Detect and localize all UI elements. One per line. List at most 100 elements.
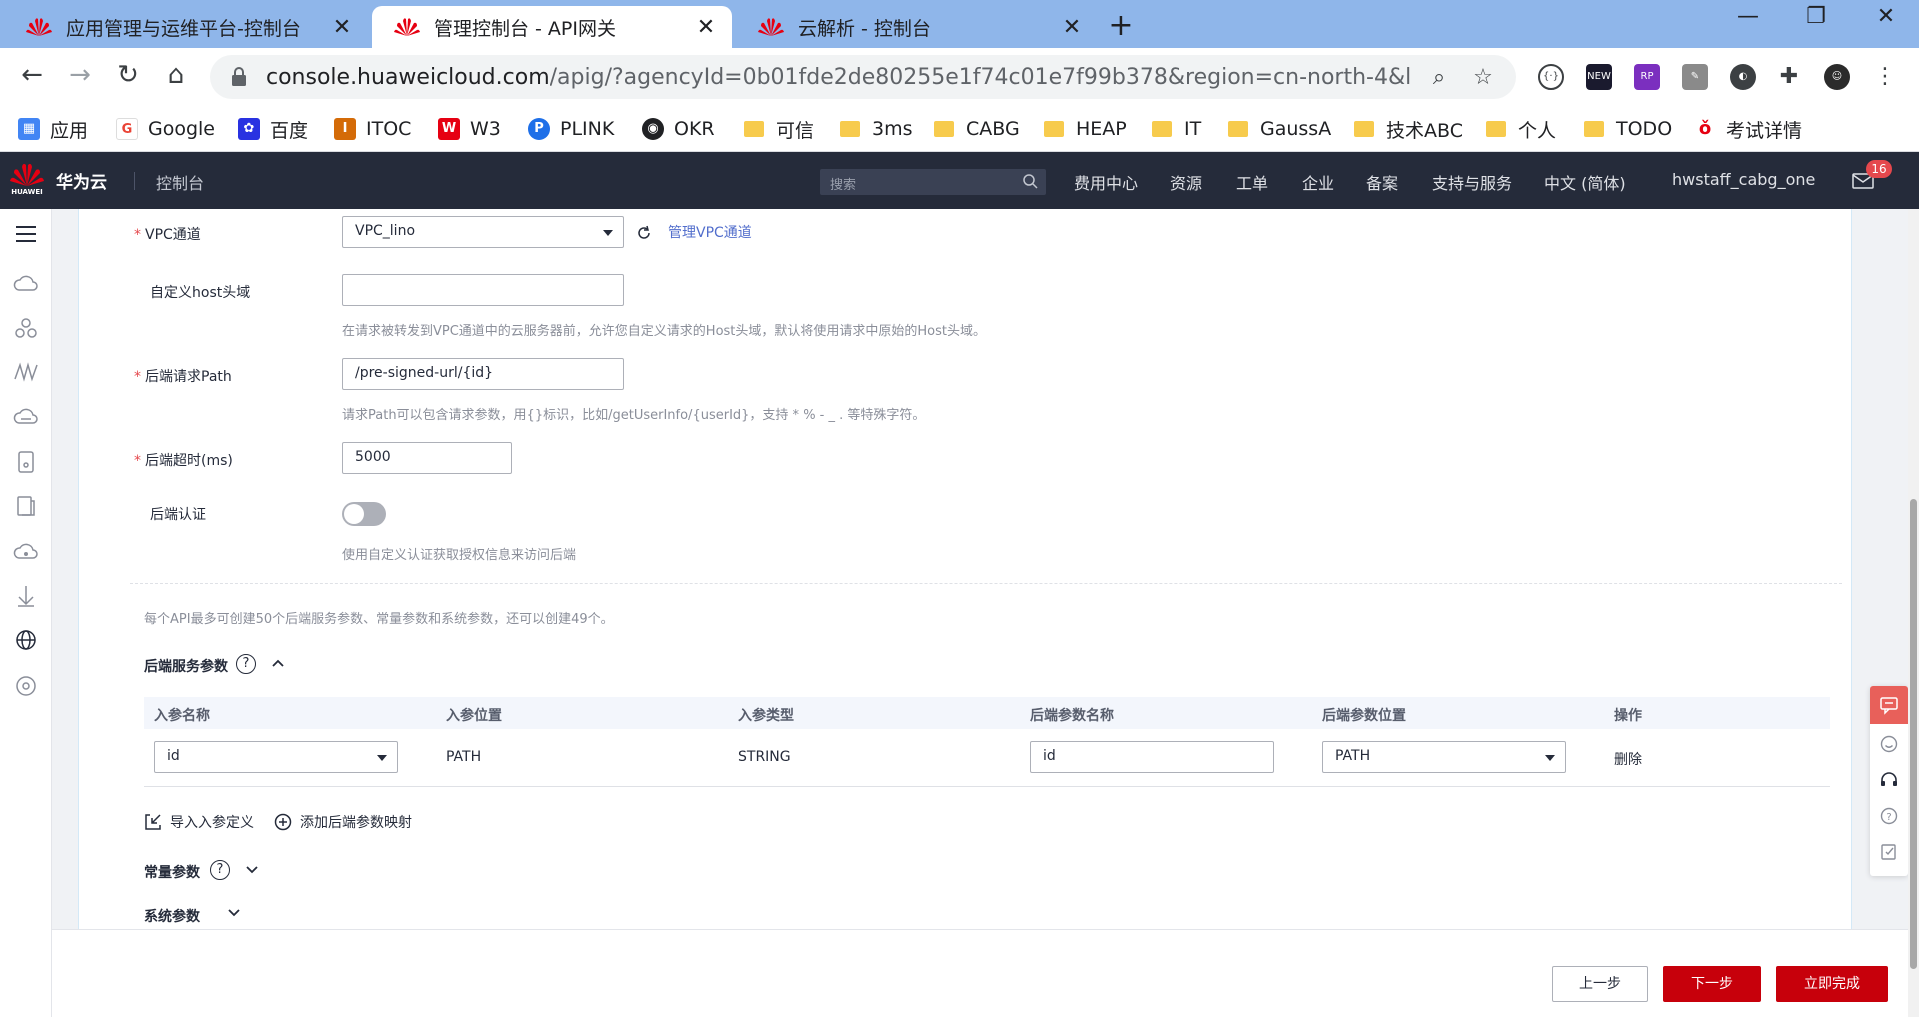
new-tab-icon[interactable]: +: [1104, 8, 1138, 43]
browser-tab-app-ops[interactable]: 应用管理与运维平台-控制台 ✕: [4, 6, 368, 48]
document-service-icon[interactable]: [13, 493, 39, 519]
extension-new-icon[interactable]: NEW: [1586, 64, 1612, 90]
constant-params-title[interactable]: 常量参数: [144, 862, 200, 882]
monitor-wave-icon[interactable]: [13, 359, 39, 385]
bookmark-plink[interactable]: P PLINK: [528, 114, 614, 144]
page-scrollbar[interactable]: [1908, 209, 1919, 1017]
extensions-puzzle-icon[interactable]: ✚: [1776, 64, 1802, 90]
browser-menu-icon[interactable]: ⋮: [1872, 64, 1898, 90]
bookmark-folder-personal[interactable]: 个人: [1486, 114, 1556, 144]
search-icon[interactable]: [1022, 173, 1038, 189]
custom-host-label: 自定义host头域: [150, 285, 251, 301]
bookmark-baidu[interactable]: ✿ 百度: [238, 114, 308, 144]
nav-enterprise[interactable]: 企业: [1302, 170, 1334, 194]
minimize-icon[interactable]: —: [1728, 4, 1768, 29]
brand-name[interactable]: 华为云: [56, 168, 107, 193]
restore-icon[interactable]: ❐: [1796, 4, 1836, 29]
feedback-tab[interactable]: [1870, 686, 1908, 724]
bookmark-exam[interactable]: ǒ 考试详情: [1694, 114, 1802, 144]
required-mark: *: [134, 453, 141, 469]
forward-icon[interactable]: →: [62, 60, 98, 94]
backend-timeout-input[interactable]: 5000: [342, 442, 512, 474]
chevron-up-icon[interactable]: [270, 655, 286, 671]
close-icon[interactable]: ✕: [332, 15, 352, 40]
menu-icon[interactable]: [13, 221, 39, 247]
cloud-icon[interactable]: [13, 271, 39, 297]
bookmark-apps[interactable]: ▦ 应用: [18, 114, 88, 144]
manage-vpc-channel-link[interactable]: 管理VPC通道: [668, 222, 752, 242]
nav-support[interactable]: 支持与服务: [1432, 170, 1512, 194]
chevron-down-icon[interactable]: [226, 904, 242, 920]
console-search-input[interactable]: 搜索: [820, 169, 1046, 195]
previous-step-button[interactable]: 上一步: [1552, 966, 1648, 1002]
headset-icon[interactable]: [1879, 770, 1899, 790]
nav-language[interactable]: 中文 (简体): [1544, 170, 1626, 194]
cloud-sync-icon[interactable]: [13, 539, 39, 565]
backend-auth-toggle[interactable]: [342, 502, 386, 526]
nav-billing[interactable]: 费用中心: [1074, 170, 1138, 194]
nav-username[interactable]: hwstaff_cabg_one: [1672, 170, 1815, 189]
reload-icon[interactable]: ↻: [110, 60, 146, 94]
backend-path-input[interactable]: /pre-signed-url/{id}: [342, 358, 624, 390]
bookmark-w3[interactable]: W W3: [438, 114, 501, 144]
scrollbar-thumb[interactable]: [1910, 499, 1917, 969]
import-params-button[interactable]: 导入入参定义: [144, 812, 254, 832]
bookmark-folder-3ms[interactable]: 3ms: [840, 114, 913, 144]
bookmark-okr[interactable]: ◉ OKR: [642, 114, 715, 144]
browser-tab-dns[interactable]: 云解析 - 控制台 ✕: [736, 6, 1098, 48]
huawei-cloud-logo[interactable]: HUAWEI: [10, 162, 44, 200]
nav-tickets[interactable]: 工单: [1236, 170, 1268, 194]
bookmark-folder-tech-abc[interactable]: 技术ABC: [1354, 114, 1463, 144]
bookmark-folder-heap[interactable]: HEAP: [1044, 114, 1127, 144]
extension-pdf-icon[interactable]: ✎: [1682, 64, 1708, 90]
console-link[interactable]: 控制台: [156, 170, 204, 194]
refresh-icon[interactable]: [636, 225, 652, 241]
close-icon[interactable]: ✕: [696, 15, 716, 40]
bookmark-folder-gaussa[interactable]: GaussA: [1228, 114, 1331, 144]
add-backend-mapping-button[interactable]: 添加后端参数映射: [274, 812, 412, 832]
backend-param-location-select[interactable]: PATH: [1322, 741, 1566, 773]
extension-rp-icon[interactable]: RP: [1634, 64, 1660, 90]
window-close-icon[interactable]: ✕: [1866, 4, 1906, 29]
param-name-select[interactable]: id: [154, 741, 398, 773]
profile-avatar[interactable]: ☺: [1824, 64, 1850, 90]
edit-note-icon[interactable]: [1879, 842, 1899, 862]
bookmark-folder-it[interactable]: IT: [1152, 114, 1201, 144]
database-icon[interactable]: [13, 449, 39, 475]
help-icon[interactable]: ?: [236, 654, 256, 674]
backend-param-name-input[interactable]: id: [1030, 741, 1274, 773]
help-icon[interactable]: ?: [210, 860, 230, 880]
nav-filing[interactable]: 备案: [1366, 170, 1398, 194]
bookmark-folder-trusted[interactable]: 可信: [744, 114, 814, 144]
bookmark-google[interactable]: G Google: [116, 114, 215, 144]
close-icon[interactable]: ✕: [1062, 15, 1082, 40]
cluster-icon[interactable]: [13, 315, 39, 341]
delete-row-link[interactable]: 删除: [1614, 749, 1642, 769]
finish-now-button[interactable]: 立即完成: [1776, 966, 1888, 1002]
cloud-storage-icon[interactable]: [13, 405, 39, 431]
chevron-down-icon: [603, 230, 613, 236]
bookmark-folder-todo[interactable]: TODO: [1584, 114, 1672, 144]
address-bar[interactable]: console.huaweicloud.com /apig/?agencyId=…: [210, 55, 1516, 99]
browser-tab-api-gateway[interactable]: 管理控制台 - API网关 ✕: [372, 6, 732, 48]
bookmark-star-icon[interactable]: ☆: [1468, 65, 1498, 90]
zoom-icon[interactable]: ⌕: [1424, 65, 1454, 90]
api-gateway-icon[interactable]: [13, 673, 39, 699]
extension-code-icon[interactable]: {·}: [1538, 64, 1564, 90]
backend-params-title[interactable]: 后端服务参数: [144, 656, 228, 676]
bookmark-folder-cabg[interactable]: CABG: [934, 114, 1020, 144]
extension-dark-icon[interactable]: ◐: [1730, 64, 1756, 90]
custom-host-input[interactable]: [342, 274, 624, 306]
back-icon[interactable]: ←: [14, 60, 50, 94]
vpc-channel-select[interactable]: VPC_lino: [342, 216, 624, 248]
deploy-icon[interactable]: [13, 583, 39, 609]
bookmark-itoc[interactable]: I ITOC: [334, 114, 411, 144]
nav-resources[interactable]: 资源: [1170, 170, 1202, 194]
smile-icon[interactable]: [1879, 734, 1899, 754]
globe-icon[interactable]: [13, 627, 39, 653]
help-icon[interactable]: ?: [1879, 806, 1899, 826]
chevron-down-icon[interactable]: [244, 861, 260, 877]
system-params-title[interactable]: 系统参数: [144, 906, 200, 926]
home-icon[interactable]: ⌂: [158, 60, 194, 94]
next-step-button[interactable]: 下一步: [1663, 966, 1761, 1002]
